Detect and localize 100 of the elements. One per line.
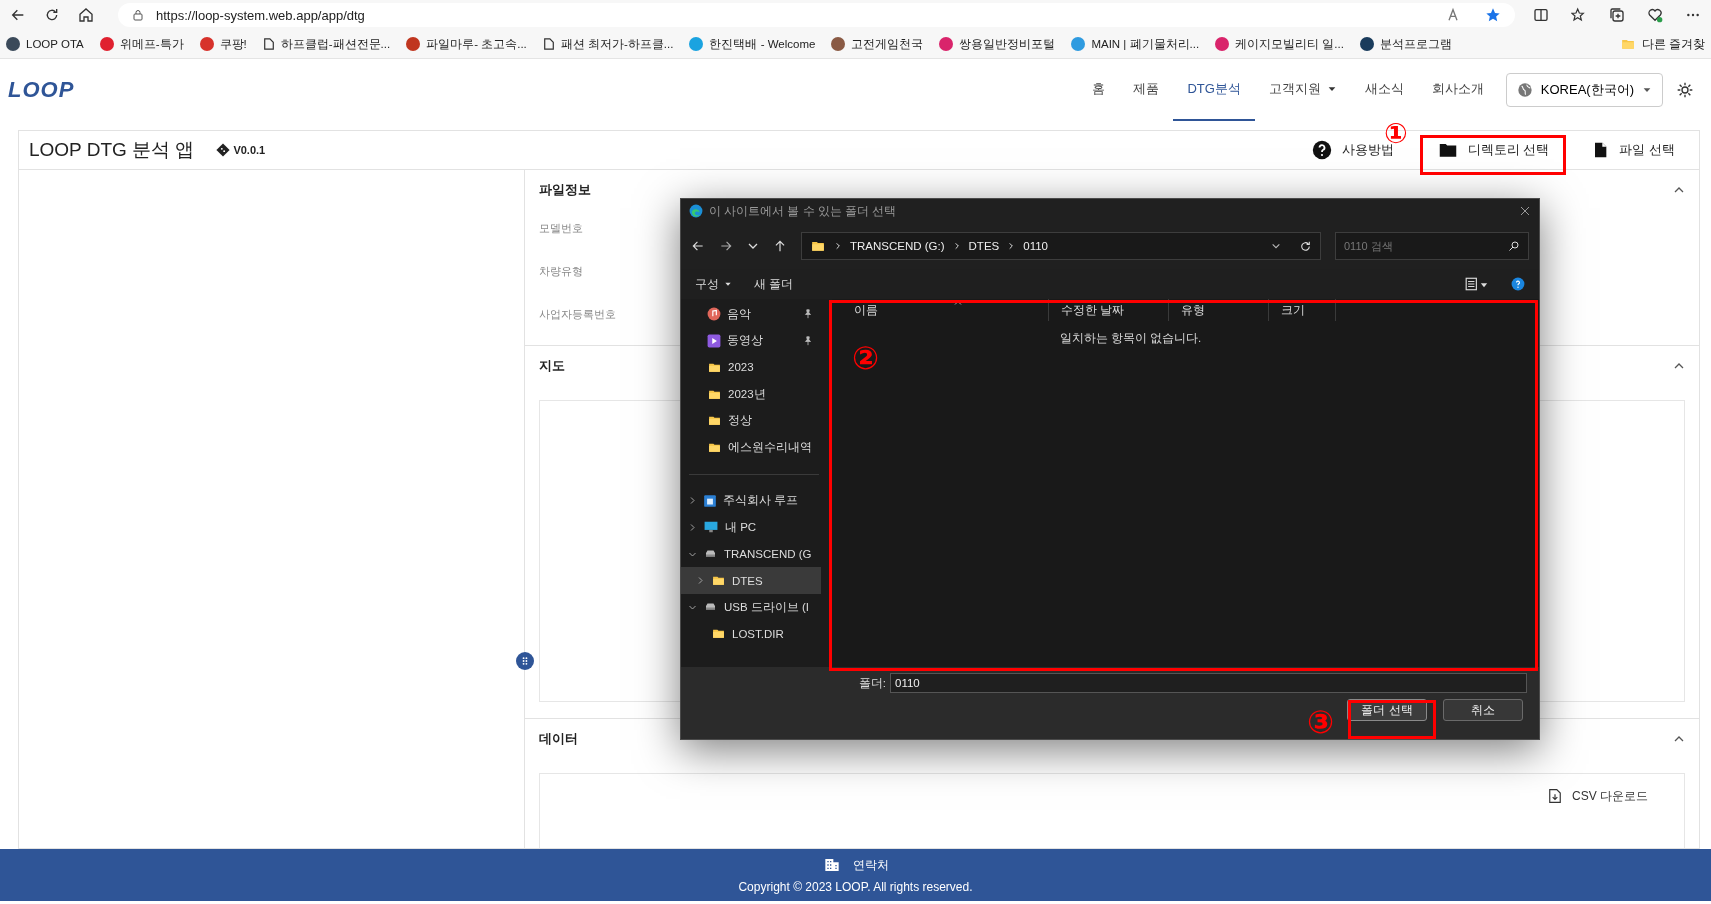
folder-icon bbox=[711, 627, 726, 641]
file-download-icon bbox=[1548, 787, 1562, 805]
bookmark[interactable]: 하프클럽-패션전문... bbox=[262, 36, 391, 52]
close-icon[interactable] bbox=[1519, 205, 1531, 217]
bookmark[interactable]: 분석프로그램 bbox=[1359, 36, 1452, 52]
folder-icon bbox=[810, 239, 826, 253]
chevron-down-icon[interactable] bbox=[1271, 241, 1281, 251]
column-header[interactable]: 수정한 날짜 bbox=[1049, 299, 1169, 321]
quick-access-item[interactable]: 2023 bbox=[681, 354, 821, 381]
monitor-icon bbox=[703, 520, 719, 535]
quick-access-item[interactable]: 에스원수리내역 bbox=[681, 433, 821, 461]
back-icon[interactable] bbox=[10, 7, 26, 23]
home-icon[interactable] bbox=[78, 7, 94, 23]
nav-tab[interactable]: 제품 bbox=[1119, 59, 1174, 121]
globe-icon bbox=[1516, 82, 1533, 98]
building-icon bbox=[822, 857, 841, 873]
star-icon[interactable] bbox=[1485, 7, 1501, 23]
caret-icon bbox=[1642, 85, 1652, 95]
git-icon bbox=[216, 143, 231, 157]
csv-download-button[interactable]: CSV 다운로드 bbox=[1542, 786, 1654, 806]
step-number: ② bbox=[852, 342, 880, 374]
bookmark[interactable]: 위메프-특가 bbox=[99, 36, 184, 52]
refresh-icon[interactable] bbox=[44, 7, 60, 23]
contact-link[interactable]: 연락처 bbox=[852, 856, 889, 874]
column-header[interactable]: 유형 bbox=[1169, 299, 1269, 321]
quick-access-item[interactable]: 음악 bbox=[681, 301, 821, 328]
chevron-right-icon bbox=[952, 242, 961, 250]
page-icon bbox=[262, 37, 275, 51]
quick-access-item[interactable]: 2023년 bbox=[681, 380, 821, 408]
field-label: 차량유형 bbox=[539, 264, 583, 279]
tree-item[interactable]: 내 PC bbox=[681, 514, 821, 541]
quick-access-item[interactable]: 동영상 bbox=[681, 327, 821, 355]
forward-icon[interactable] bbox=[719, 239, 733, 253]
section-title: 지도 bbox=[539, 357, 565, 375]
action-button[interactable]: 디렉토리 선택 bbox=[1423, 131, 1564, 169]
browser-logo-icon bbox=[689, 204, 703, 218]
split-screen-icon[interactable] bbox=[1533, 7, 1549, 23]
bookmark[interactable]: 쌍용일반정비포털 bbox=[939, 36, 1056, 52]
folder-field[interactable]: 0110 bbox=[890, 673, 1527, 693]
tree-item[interactable]: 주식회사 루프 bbox=[681, 487, 821, 515]
path-bar[interactable]: TRANSCEND (G:) DTES 0110 bbox=[801, 232, 1321, 260]
dialog-title: 이 사이트에서 볼 수 있는 폴더 선택 bbox=[709, 203, 897, 219]
bookmark[interactable]: 고전게임천국 bbox=[831, 36, 924, 52]
lock-icon bbox=[132, 8, 144, 22]
folder-label: 폴더: bbox=[858, 675, 886, 691]
tree-item[interactable]: LOST.DIR bbox=[681, 620, 821, 648]
search-field[interactable]: 0110 검색 bbox=[1335, 232, 1529, 260]
tree-item[interactable]: TRANSCEND (G bbox=[681, 540, 821, 568]
bookmark[interactable]: MAIN | 폐기물처리... bbox=[1071, 36, 1200, 52]
breadcrumb[interactable]: DTES bbox=[968, 240, 1000, 252]
app-title: LOOP DTG 분석 앱 bbox=[29, 138, 195, 162]
bookmark[interactable]: 쿠팡! bbox=[199, 36, 247, 52]
back-icon[interactable] bbox=[691, 239, 705, 253]
breadcrumb[interactable]: 0110 bbox=[1023, 240, 1048, 252]
action-button[interactable]: 파일 선택 bbox=[1579, 131, 1689, 169]
breadcrumb[interactable]: TRANSCEND (G:) bbox=[850, 240, 945, 252]
sort-icon bbox=[954, 300, 962, 306]
chevron-right-icon bbox=[1007, 242, 1016, 250]
drag-handle[interactable] bbox=[516, 652, 534, 670]
bookmark[interactable]: 한진택배 - Welcome bbox=[689, 36, 816, 52]
nav-tab[interactable]: 홈 bbox=[1078, 59, 1120, 121]
tree-item[interactable]: USB 드라이브 (I bbox=[681, 593, 821, 621]
folder-icon bbox=[711, 574, 726, 588]
logo[interactable]: LOOP bbox=[8, 77, 75, 103]
folder-icon bbox=[707, 361, 722, 374]
column-header[interactable]: 크기 bbox=[1269, 299, 1336, 321]
nav-tab[interactable]: DTG분석 bbox=[1173, 59, 1255, 121]
nav-tab[interactable]: 새소식 bbox=[1350, 59, 1418, 121]
bookmark[interactable]: 케이지모빌리티 일... bbox=[1215, 36, 1344, 52]
refresh-icon[interactable] bbox=[1299, 239, 1312, 253]
bookmark[interactable]: LOOP OTA bbox=[6, 37, 84, 51]
tree-item[interactable]: DTES bbox=[681, 567, 821, 594]
nav-tab[interactable]: 고객지원 bbox=[1254, 59, 1351, 121]
address-bar[interactable]: https://loop-system.web.app/app/dtg bbox=[118, 3, 1515, 27]
favorites-icon[interactable] bbox=[1571, 7, 1587, 23]
folder-icon bbox=[707, 414, 722, 428]
video-icon bbox=[707, 333, 721, 348]
language-select[interactable]: KOREA(한국어) bbox=[1505, 73, 1663, 107]
help-icon[interactable] bbox=[1511, 277, 1525, 291]
command-button[interactable]: 새 폴더 bbox=[754, 276, 794, 292]
column-header[interactable]: 이름 bbox=[842, 299, 1049, 321]
collections-icon[interactable] bbox=[1609, 7, 1625, 23]
page-icon bbox=[542, 37, 555, 51]
music-icon bbox=[707, 307, 721, 322]
step-number: ③ bbox=[1307, 706, 1335, 738]
nav-tab[interactable]: 회사소개 bbox=[1417, 59, 1498, 121]
bookmark[interactable]: 파일마루- 초고속... bbox=[406, 36, 527, 52]
quick-access-item[interactable]: 정상 bbox=[681, 407, 821, 434]
heart-pulse-icon[interactable] bbox=[1647, 7, 1663, 23]
folder-icon bbox=[1437, 141, 1458, 159]
bookmark[interactable]: 패션 최저가-하프클... bbox=[542, 36, 674, 52]
empty-message: 일치하는 항목이 없습니다. bbox=[1059, 331, 1202, 346]
search-icon[interactable] bbox=[1508, 240, 1520, 252]
up-icon[interactable] bbox=[773, 239, 787, 253]
command-button[interactable]: 구성 bbox=[695, 276, 732, 292]
other-favorites-folder[interactable]: 다른 즐겨찾 bbox=[1619, 36, 1705, 52]
grip-icon bbox=[521, 656, 529, 666]
brightness-icon[interactable] bbox=[1677, 82, 1693, 98]
section-title: 데이터 bbox=[539, 730, 578, 748]
cancel-button[interactable]: 취소 bbox=[1443, 699, 1523, 721]
